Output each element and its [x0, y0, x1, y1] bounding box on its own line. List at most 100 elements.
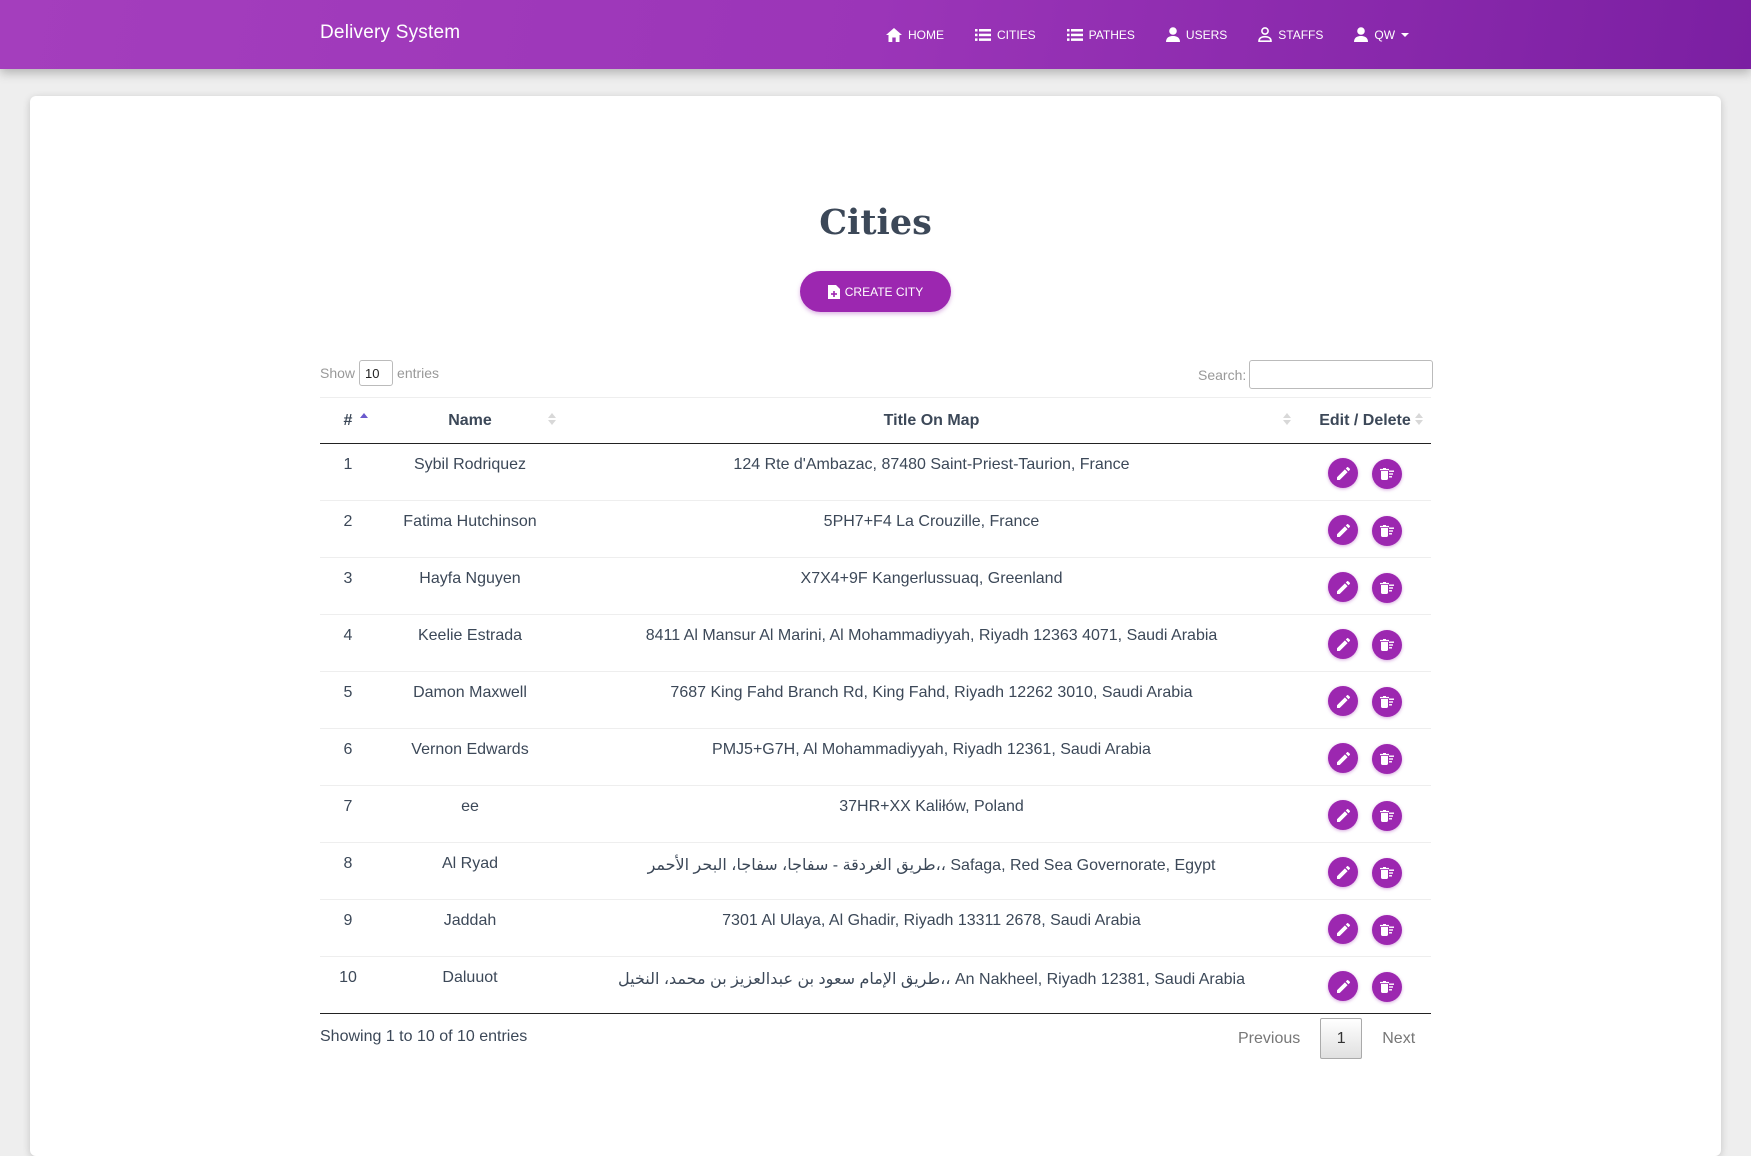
cell-name: Hayfa Nguyen [376, 557, 564, 615]
nav-item-user-menu[interactable]: QW [1354, 27, 1410, 42]
edit-button[interactable] [1328, 971, 1358, 1001]
column-header-name[interactable]: Name [376, 397, 564, 444]
edit-button[interactable] [1328, 515, 1358, 545]
person-icon [1354, 27, 1369, 42]
edit-button[interactable] [1328, 800, 1358, 830]
table-row: 4 Keelie Estrada 8411 Al Mansur Al Marini,… [320, 614, 1431, 672]
table-body: 1 Sybil Rodriquez 124 Rte d'Ambazac, 87480… [320, 443, 1431, 1014]
cell-name: Jaddah [376, 899, 564, 957]
search-input[interactable] [1249, 360, 1434, 389]
edit-button[interactable] [1328, 686, 1358, 716]
cell-name: Vernon Edwards [376, 728, 564, 786]
column-header-title-on-map[interactable]: Title On Map [564, 397, 1299, 444]
sort-icon [1415, 413, 1423, 427]
nav-item-home[interactable]: HOME [886, 27, 944, 42]
sort-icon [548, 413, 556, 427]
delete-sweep-icon [1380, 923, 1394, 936]
brand-title[interactable]: Delivery System [320, 22, 460, 44]
table-row: 5 Damon Maxwell 7687 King Fahd Branch Rd, … [320, 671, 1431, 729]
edit-button[interactable] [1328, 857, 1358, 887]
column-header-edit-delete[interactable]: Edit / Delete [1299, 397, 1431, 444]
cell-name: Sybil Rodriquez [376, 443, 564, 501]
cell-index: 10 [320, 956, 376, 1014]
cell-title-on-map: 7687 King Fahd Branch Rd, King Fahd, Riy… [564, 671, 1299, 729]
column-header-name-label: Name [448, 411, 492, 429]
nav-menu: HOME CITIES PATHES USERS STAFFS QW [886, 0, 1440, 69]
page-button-current[interactable]: 1 [1320, 1018, 1363, 1059]
person-icon [1165, 27, 1180, 42]
cell-actions [1299, 842, 1431, 900]
delete-button[interactable] [1372, 857, 1402, 888]
next-page-button[interactable]: Next [1368, 1030, 1429, 1048]
entries-length-control: Show 10 entries [320, 360, 439, 386]
delete-sweep-icon [1380, 980, 1394, 993]
nav-item-users-label: USERS [1185, 27, 1228, 42]
pagination: Previous 1 Next [1224, 1018, 1429, 1059]
edit-button[interactable] [1328, 743, 1358, 773]
page-title: Cities [819, 202, 932, 243]
cell-index: 5 [320, 671, 376, 729]
cell-title-on-map: PMJ5+G7H, Al Mohammadiyyah, Riyadh 12361… [564, 728, 1299, 786]
cities-table: # Name Title On Map Edit / Delete 1 Sybil… [320, 397, 1431, 1014]
cell-index: 4 [320, 614, 376, 672]
delete-button[interactable] [1372, 458, 1402, 489]
edit-button[interactable] [1328, 458, 1358, 488]
delete-sweep-icon [1380, 752, 1394, 765]
cell-actions [1299, 500, 1431, 558]
entries-select[interactable]: 10 [359, 360, 394, 386]
edit-button[interactable] [1328, 914, 1358, 944]
delete-button[interactable] [1372, 800, 1402, 831]
create-city-button[interactable]: CREATE CITY [800, 271, 951, 312]
delete-button[interactable] [1372, 914, 1402, 945]
cell-index: 1 [320, 443, 376, 501]
cell-title-on-map: 37HR+XX Kaliłów, Poland [564, 785, 1299, 843]
cell-actions [1299, 557, 1431, 615]
edit-button[interactable] [1328, 572, 1358, 602]
cell-actions [1299, 785, 1431, 843]
nav-item-pathes-label: PATHES [1088, 27, 1135, 42]
cell-index: 8 [320, 842, 376, 900]
entries-label: entries [397, 365, 440, 381]
pencil-icon [1336, 865, 1350, 879]
cell-title-on-map: 7301 Al Ulaya, Al Ghadir, Riyadh 13311 2… [564, 899, 1299, 957]
list-icon [975, 28, 991, 41]
delete-button[interactable] [1372, 572, 1402, 603]
cell-index: 9 [320, 899, 376, 957]
delete-sweep-icon [1380, 866, 1394, 879]
nav-item-cities-label: CITIES [997, 27, 1036, 42]
delete-button[interactable] [1372, 743, 1402, 774]
sort-icon [1283, 413, 1291, 427]
delete-sweep-icon [1380, 638, 1394, 651]
search-label: Search: [1198, 366, 1247, 383]
nav-item-cities[interactable]: CITIES [975, 28, 1036, 42]
nav-item-pathes[interactable]: PATHES [1066, 27, 1135, 42]
home-icon [886, 27, 902, 42]
column-header-index[interactable]: # [320, 397, 376, 444]
cell-actions [1299, 443, 1431, 501]
delete-button[interactable] [1372, 629, 1402, 660]
pencil-icon [1336, 751, 1350, 765]
table-row: 2 Fatima Hutchinson 5PH7+F4 La Crouzille, … [320, 500, 1431, 558]
cell-name: Damon Maxwell [376, 671, 564, 729]
table-row: 1 Sybil Rodriquez 124 Rte d'Ambazac, 87480… [320, 443, 1431, 501]
note-add-icon [827, 284, 840, 299]
cell-index: 2 [320, 500, 376, 558]
nav-item-users[interactable]: USERS [1165, 27, 1228, 42]
delete-button[interactable] [1372, 515, 1402, 546]
delete-sweep-icon [1380, 809, 1394, 822]
delete-button[interactable] [1372, 971, 1402, 1002]
nav-item-user-menu-label: QW [1374, 27, 1396, 42]
delete-button[interactable] [1372, 686, 1402, 717]
pencil-icon [1336, 808, 1350, 822]
nav-item-staffs[interactable]: STAFFS [1258, 27, 1323, 42]
search-control: Search: [1198, 360, 1434, 389]
cell-title-on-map: طريق الغردقة - سفاجا، سفاجا، البحر الأحم… [564, 842, 1299, 900]
cell-name: Keelie Estrada [376, 614, 564, 672]
pencil-icon [1336, 523, 1350, 537]
edit-button[interactable] [1328, 629, 1358, 659]
previous-page-button[interactable]: Previous [1224, 1030, 1314, 1048]
cell-actions [1299, 956, 1431, 1014]
cell-name: ee [376, 785, 564, 843]
cell-title-on-map: X7X4+9F Kangerlussuaq, Greenland [564, 557, 1299, 615]
cell-actions [1299, 728, 1431, 786]
